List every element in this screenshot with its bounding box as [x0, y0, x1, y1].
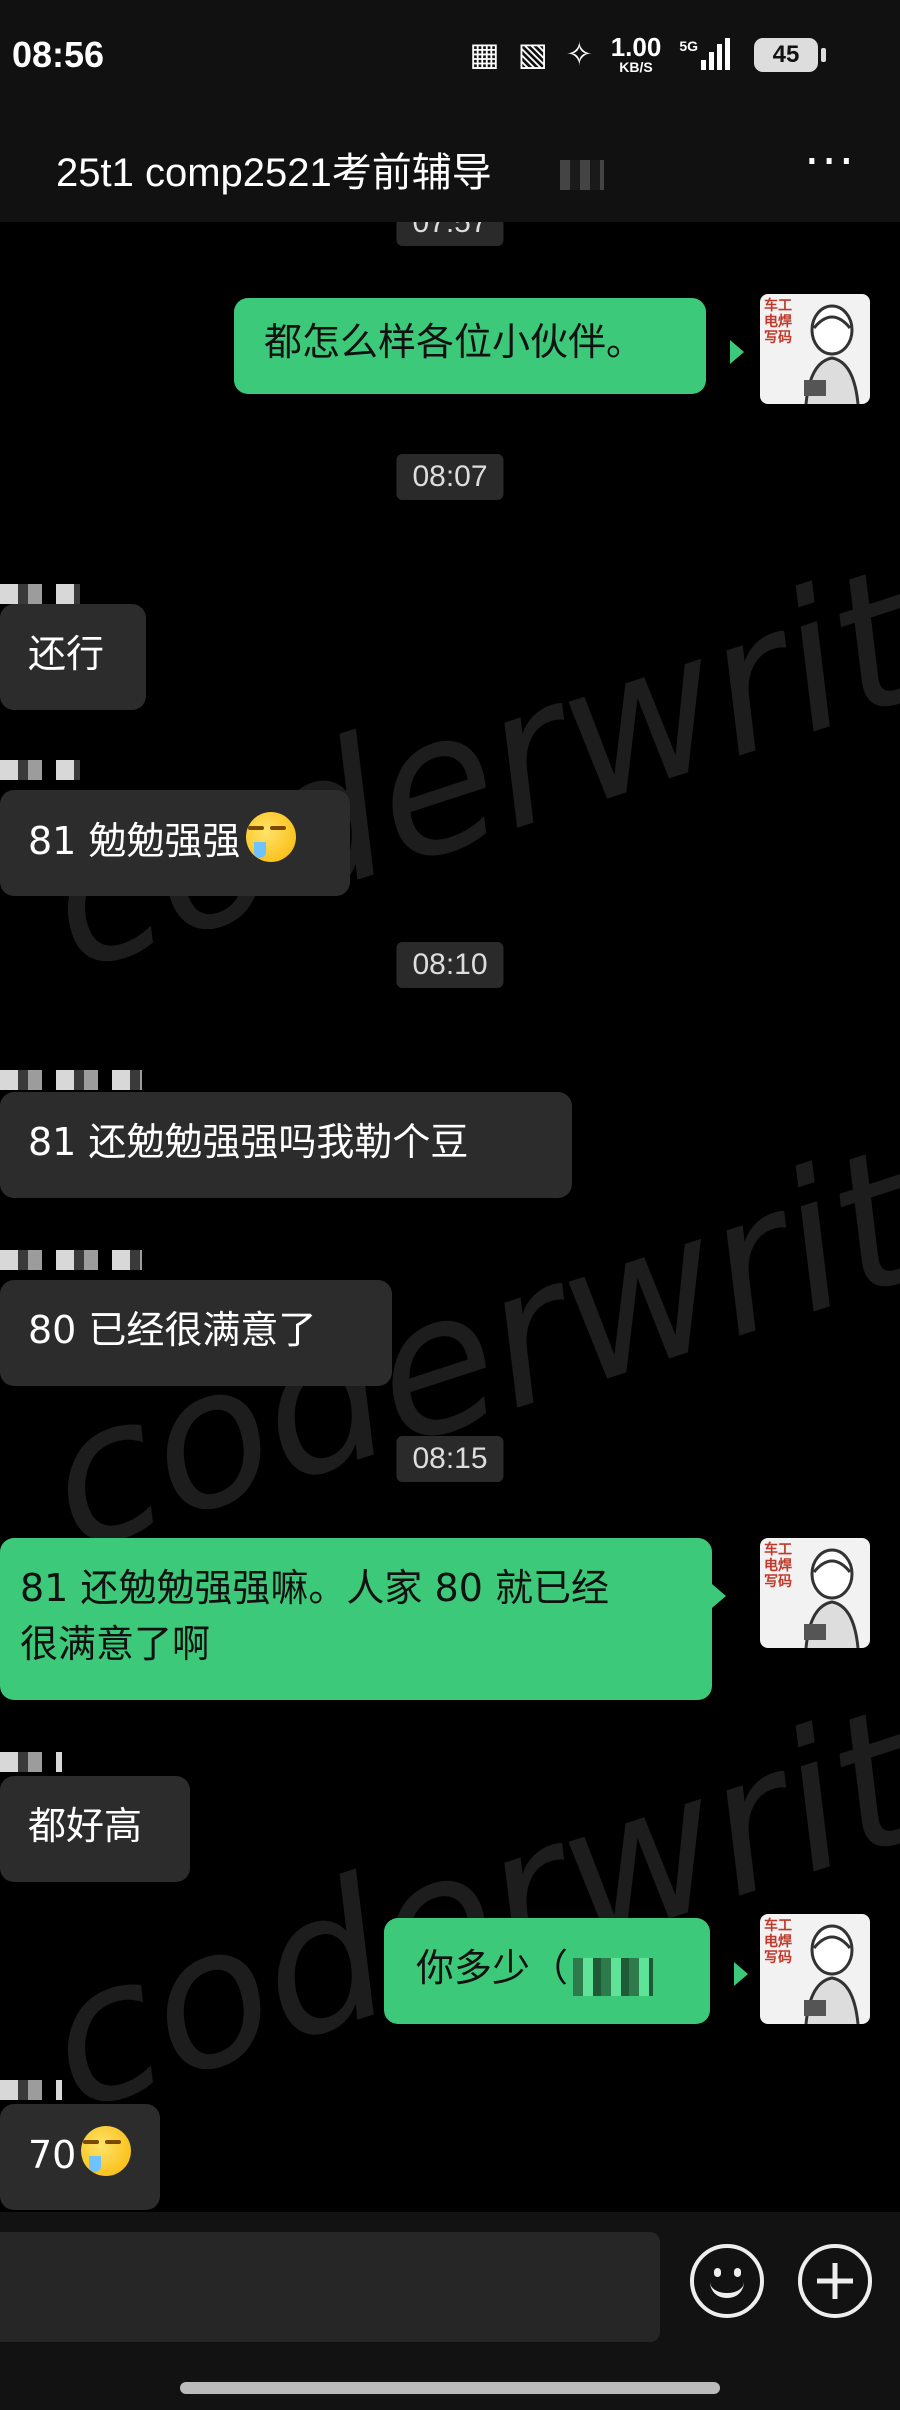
- watermark-1: coderwrite: [20, 490, 900, 1015]
- avatar[interactable]: 车工电焊写码: [760, 1538, 870, 1648]
- sender-name-redacted: [0, 1250, 142, 1270]
- message-text: 81 勉勉强强: [28, 819, 241, 863]
- incoming-message[interactable]: 70: [0, 2104, 160, 2210]
- message-text: 还行: [28, 632, 105, 676]
- avatar-figure-icon: [804, 1924, 860, 2024]
- timestamp: 07:57: [396, 222, 504, 246]
- emoji-icon-eye: [734, 2268, 741, 2277]
- sender-name-redacted: [0, 760, 80, 780]
- network-speed: 1.00 KB/S: [611, 34, 662, 74]
- vibrate-icon: ▧: [517, 36, 548, 72]
- avatar-figure-icon: [804, 1548, 860, 1648]
- crying-laughing-emoji-icon: [245, 812, 296, 862]
- incoming-message[interactable]: 还行: [0, 604, 146, 710]
- bubble-tail: [734, 1962, 748, 1986]
- message-text: 都好高: [28, 1804, 143, 1848]
- avatar-tag: 车工电焊写码: [764, 298, 792, 346]
- message-text-line-2: 很满意了啊: [20, 1622, 211, 1666]
- plus-icon[interactable]: [798, 2244, 872, 2318]
- signal-icon: 5G: [679, 38, 730, 70]
- emoji-icon-mouth: [710, 2282, 744, 2298]
- outgoing-message[interactable]: 都怎么样各位小伙伴。: [234, 298, 706, 394]
- sender-name-redacted: [0, 2080, 62, 2100]
- watermark-3: coderwrite: [20, 1630, 900, 2155]
- incoming-message[interactable]: 都好高: [0, 1776, 190, 1882]
- redacted-text: [573, 1957, 654, 1996]
- home-indicator[interactable]: [180, 2382, 720, 2394]
- incoming-message[interactable]: 80 已经很满意了: [0, 1280, 392, 1386]
- avatar-figure-icon: [804, 304, 860, 404]
- message-text: 都怎么样各位小伙伴。: [264, 320, 645, 364]
- avatar-tag: 车工电焊写码: [764, 1918, 792, 1966]
- more-options-button[interactable]: ···: [804, 134, 856, 190]
- status-time: 08:56: [12, 34, 105, 75]
- status-icons: ▦ ▧ ✧ 1.00 KB/S 5G: [469, 34, 730, 74]
- chat-title: 25t1 comp2521考前辅导: [56, 151, 492, 195]
- nfc-icon: ▦: [469, 36, 500, 72]
- bluetooth-icon: ✧: [565, 36, 593, 72]
- avatar-tag: 车工电焊写码: [764, 1542, 792, 1590]
- chat-header: 25t1 comp2521考前辅导 ···: [0, 110, 900, 222]
- battery-indicator: 45: [754, 38, 826, 72]
- network-speed-value: 1.00: [610, 32, 662, 62]
- timestamp: 08:10: [396, 942, 504, 988]
- status-bar: 08:56 ▦ ▧ ✧ 1.00 KB/S 5G 45: [0, 0, 900, 110]
- message-text-line-1: 81 还勉勉强强嘛。人家 80 就已经: [20, 1566, 609, 1610]
- chat-messages[interactable]: coderwrite coderwrite coderwrite 07:57 都…: [0, 222, 900, 2212]
- title-redaction: [560, 160, 604, 190]
- avatar[interactable]: 车工电焊写码: [760, 294, 870, 404]
- input-bar: [0, 2212, 900, 2410]
- emoji-icon: [714, 2268, 721, 2277]
- message-text: 81 还勉勉强强吗我勒个豆: [28, 1120, 469, 1164]
- signal-label: 5G: [679, 38, 698, 54]
- outgoing-message[interactable]: 81 还勉勉强强嘛。人家 80 就已经 很满意了啊: [0, 1538, 712, 1700]
- crying-laughing-emoji-icon: [81, 2126, 132, 2176]
- message-text: 80 已经很满意了: [28, 1308, 317, 1352]
- sender-name-redacted: [0, 1070, 142, 1090]
- timestamp: 08:15: [396, 1436, 504, 1482]
- bubble-tail: [730, 340, 744, 364]
- emoji-button[interactable]: [690, 2244, 764, 2318]
- incoming-message[interactable]: 81 还勉勉强强吗我勒个豆: [0, 1092, 572, 1198]
- incoming-message[interactable]: 81 勉勉强强: [0, 790, 350, 896]
- timestamp: 08:07: [396, 454, 504, 500]
- avatar[interactable]: 车工电焊写码: [760, 1914, 870, 2024]
- message-text: 你多少（: [416, 1946, 569, 1990]
- message-text: 70: [28, 2133, 77, 2177]
- bubble-tail: [712, 1584, 726, 1608]
- outgoing-message[interactable]: 你多少（: [384, 1918, 710, 2024]
- message-input[interactable]: [0, 2232, 660, 2342]
- network-speed-unit: KB/S: [619, 59, 653, 75]
- sender-name-redacted: [0, 584, 80, 604]
- sender-name-redacted: [0, 1752, 62, 1772]
